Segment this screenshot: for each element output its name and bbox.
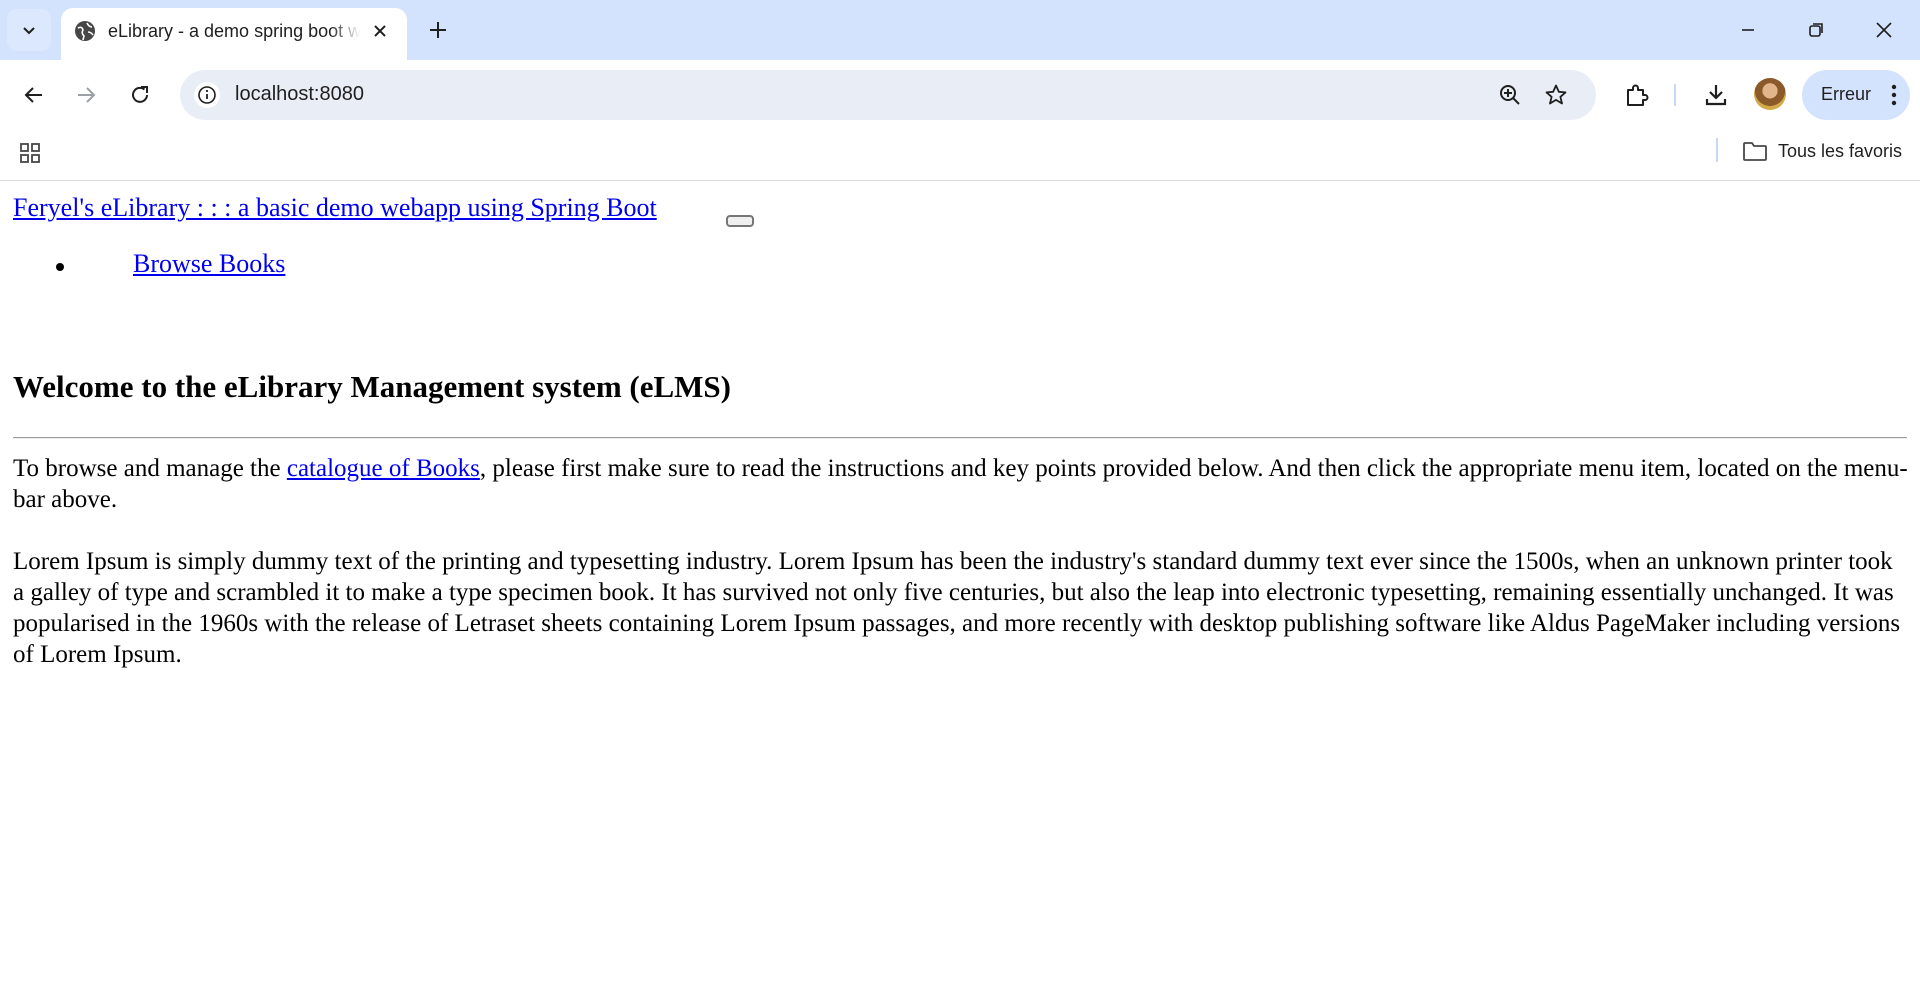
close-icon bbox=[1876, 22, 1892, 38]
restore-icon bbox=[1809, 23, 1823, 37]
folder-icon bbox=[1743, 142, 1767, 161]
new-tab-button[interactable] bbox=[423, 15, 453, 45]
profile-error-label: Erreur bbox=[1821, 84, 1872, 104]
intro-text-before: To browse and manage the bbox=[13, 455, 287, 482]
close-window-button[interactable] bbox=[1866, 12, 1902, 48]
catalogue-link[interactable]: catalogue of Books bbox=[287, 455, 480, 482]
restore-button[interactable] bbox=[1798, 12, 1834, 48]
puzzle-icon bbox=[1627, 84, 1649, 106]
close-tab-button[interactable] bbox=[367, 18, 393, 44]
back-button[interactable] bbox=[16, 77, 52, 113]
address-bar[interactable]: localhost:8080 bbox=[180, 70, 1596, 120]
extensions-button[interactable] bbox=[1619, 77, 1655, 113]
downloads-button[interactable] bbox=[1698, 77, 1734, 113]
bookmarks-bar: Tous les favoris bbox=[0, 130, 1920, 181]
tab-title: eLibrary - a demo spring boot webapp bbox=[108, 21, 360, 42]
lorem-paragraph: Lorem Ipsum is simply dummy text of the … bbox=[13, 548, 1901, 668]
navbar-brand-link[interactable]: Feryel's eLibrary : : : a basic demo web… bbox=[13, 193, 657, 223]
toolbar-separator bbox=[1674, 84, 1676, 106]
horizontal-rule bbox=[13, 437, 1907, 439]
star-icon bbox=[1545, 84, 1567, 105]
more-menu-icon[interactable] bbox=[1884, 83, 1904, 107]
apps-grid-icon bbox=[20, 143, 40, 163]
active-tab[interactable]: eLibrary - a demo spring boot webapp bbox=[61, 8, 407, 60]
browse-books-link[interactable]: Browse Books bbox=[133, 249, 285, 279]
kebab-icon bbox=[1891, 84, 1897, 106]
close-icon bbox=[374, 25, 386, 37]
chevron-down-icon bbox=[23, 27, 35, 35]
info-icon bbox=[198, 86, 216, 104]
tab-search-button[interactable] bbox=[7, 9, 51, 51]
zoom-in-icon bbox=[1500, 85, 1520, 105]
profile-error-button[interactable]: Erreur bbox=[1802, 70, 1910, 120]
apps-button[interactable] bbox=[16, 139, 44, 167]
page-heading: Welcome to the eLibrary Management syste… bbox=[13, 369, 731, 404]
list-bullet bbox=[56, 263, 64, 271]
url-text: localhost:8080 bbox=[235, 83, 364, 105]
all-bookmarks-label: Tous les favoris bbox=[1778, 140, 1903, 161]
forward-button[interactable] bbox=[68, 77, 104, 113]
profile-avatar[interactable] bbox=[1754, 78, 1786, 110]
tab-strip: eLibrary - a demo spring boot webapp bbox=[0, 0, 1920, 60]
page-content: Feryel's eLibrary : : : a basic demo web… bbox=[0, 181, 1920, 1008]
arrow-left-icon bbox=[24, 87, 42, 103]
bookmark-star-button[interactable] bbox=[1542, 81, 1570, 109]
intro-paragraph: To browse and manage the catalogue of Bo… bbox=[13, 453, 1909, 515]
zoom-button[interactable] bbox=[1496, 81, 1524, 109]
navbar-toggler-button[interactable] bbox=[726, 215, 754, 227]
arrow-right-icon bbox=[78, 87, 96, 103]
reload-button[interactable] bbox=[122, 77, 158, 113]
bookmarks-separator bbox=[1716, 138, 1718, 162]
all-bookmarks-button[interactable]: Tous les favoris bbox=[1742, 137, 1902, 165]
site-info-button[interactable] bbox=[194, 82, 220, 108]
minimize-icon bbox=[1742, 29, 1754, 31]
reload-icon bbox=[132, 86, 148, 103]
minimize-button[interactable] bbox=[1730, 12, 1766, 48]
download-icon bbox=[1705, 85, 1727, 106]
plus-icon bbox=[430, 22, 446, 38]
browser-toolbar: localhost:8080 Erreur bbox=[0, 60, 1920, 130]
globe-icon bbox=[75, 21, 95, 41]
